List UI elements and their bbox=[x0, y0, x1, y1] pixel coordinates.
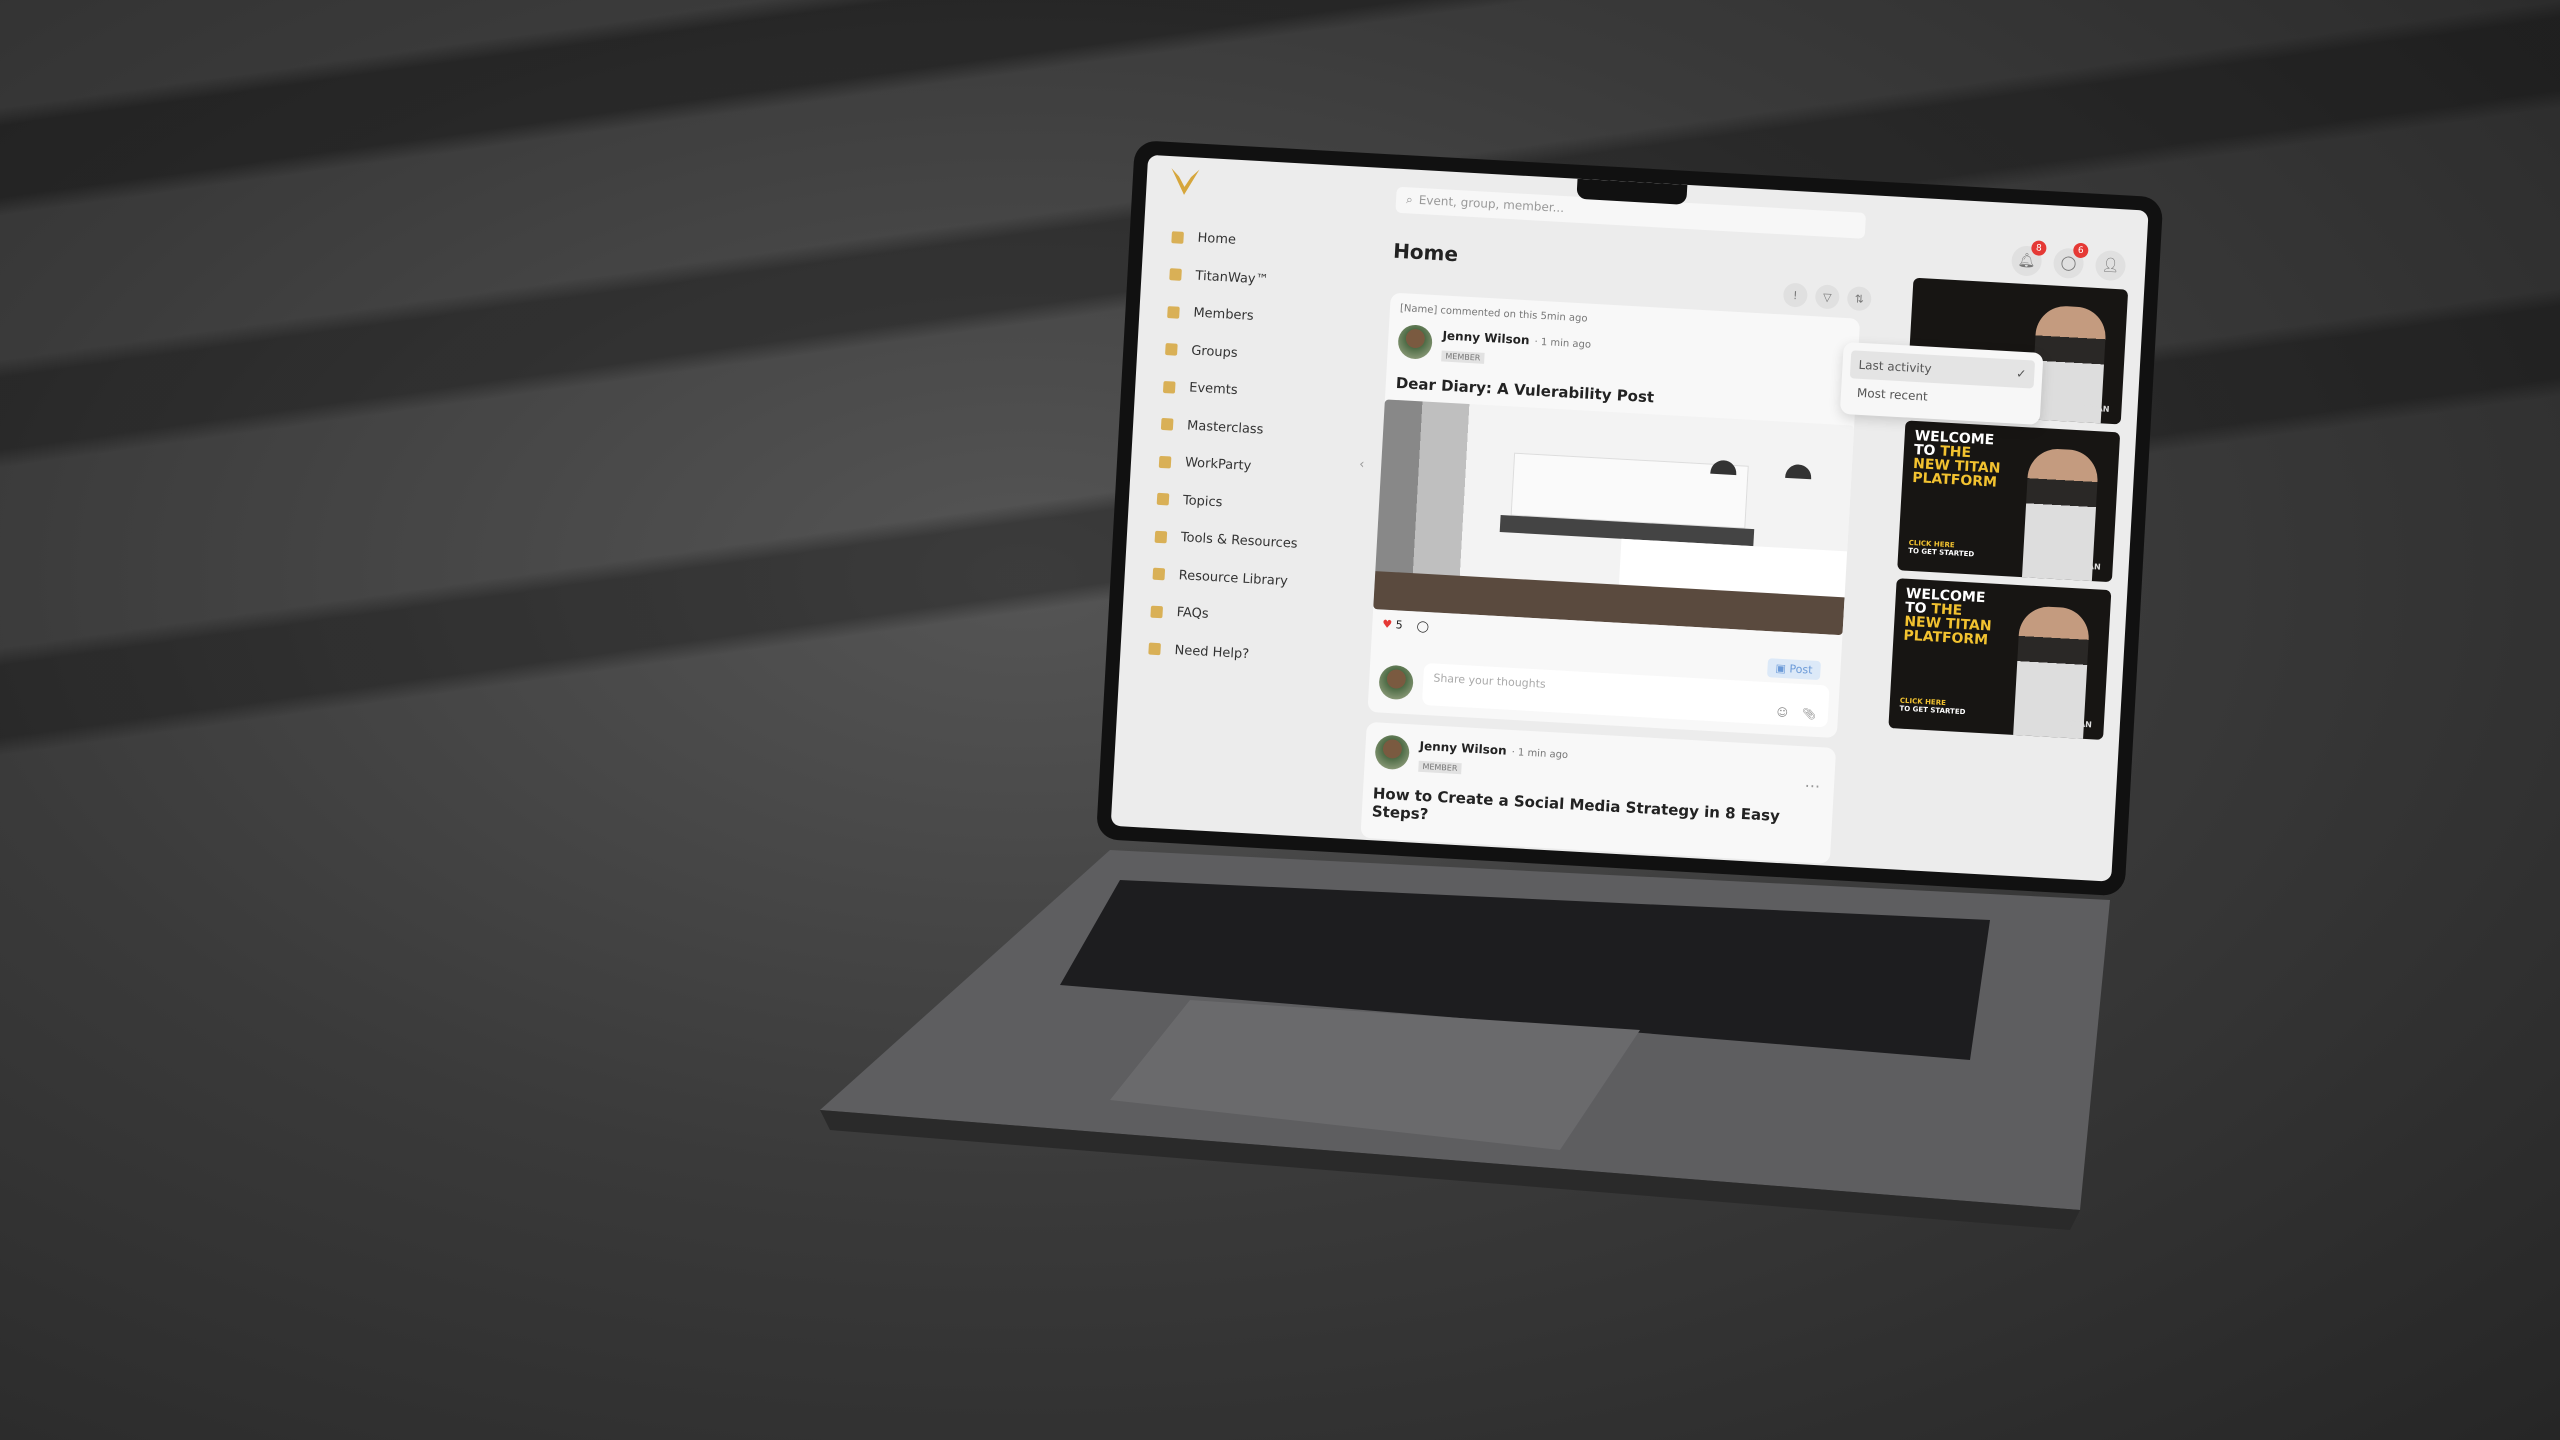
library-icon bbox=[1152, 567, 1166, 581]
check-icon: ✓ bbox=[2015, 366, 2027, 382]
workparty-icon bbox=[1158, 455, 1172, 469]
post-button[interactable]: ▣ Post bbox=[1767, 658, 1821, 681]
titanway-icon bbox=[1169, 268, 1182, 282]
role-badge: MEMBER bbox=[1418, 760, 1462, 775]
sort-icon: ⇅ bbox=[1854, 291, 1865, 306]
topics-icon bbox=[1156, 493, 1170, 506]
laptop-screen: ⌕ Event, group, member... 🔔︎ 8 ◯ 6 👤︎ Home … bbox=[1095, 140, 2164, 897]
notification-badge: 8 bbox=[2030, 240, 2047, 257]
heart-icon: ♥ bbox=[1382, 617, 1393, 632]
groups-icon bbox=[1165, 343, 1178, 356]
like-button[interactable]: ♥ 5 bbox=[1382, 618, 1403, 632]
bell-icon: 🔔︎ bbox=[2017, 252, 2036, 270]
profile-button[interactable]: 👤︎ bbox=[2094, 249, 2127, 282]
author-name[interactable]: Jenny Wilson bbox=[1419, 739, 1507, 758]
comment-button[interactable]: ◯ bbox=[1416, 619, 1429, 633]
filter-icon: ▽ bbox=[1822, 290, 1832, 304]
chat-icon: ◯ bbox=[2060, 254, 2077, 272]
post-card: [Name] commented on this 5min ago Jenny … bbox=[1367, 292, 1861, 739]
notifications-button[interactable]: 🔔︎ 8 bbox=[2010, 240, 2047, 277]
avatar[interactable] bbox=[1397, 324, 1434, 360]
post-icon: ▣ bbox=[1775, 661, 1790, 676]
app-window: ⌕ Event, group, member... 🔔︎ 8 ◯ 6 👤︎ Home … bbox=[1110, 154, 2149, 882]
help-icon bbox=[1148, 642, 1161, 656]
sidebar: Home TitanWay™ Members Groups Evemts Mas… bbox=[1138, 218, 1383, 680]
feed: Home ! ▽ ⇅ [Name] commented on this 5min… bbox=[1360, 238, 1872, 864]
messages-button[interactable]: ◯ 6 bbox=[2052, 242, 2089, 280]
message-badge: 6 bbox=[2072, 242, 2089, 259]
home-icon bbox=[1171, 230, 1184, 244]
masterclass-icon bbox=[1160, 418, 1174, 431]
promo-banner[interactable]: WELCOME TO THE NEW TITAN PLATFORM CLICK HER… bbox=[1897, 420, 2121, 583]
more-options-icon[interactable]: ··· bbox=[1804, 776, 1820, 796]
role-badge: MEMBER bbox=[1441, 350, 1485, 364]
titan-logo[interactable] bbox=[1168, 166, 1202, 198]
collapse-sidebar-chevron-icon[interactable]: ‹ bbox=[1359, 457, 1365, 472]
members-icon bbox=[1167, 305, 1180, 319]
comment-icon: ◯ bbox=[1416, 619, 1430, 634]
filter-button[interactable]: ▽ bbox=[1814, 284, 1840, 310]
emoji-icon[interactable]: ☺ bbox=[1776, 706, 1788, 720]
new-discussion-button[interactable]: ! bbox=[1782, 282, 1809, 308]
sort-button[interactable]: ⇅ bbox=[1846, 286, 1872, 312]
post-card: Jenny Wilson · 1 min ago MEMBER ··· How t… bbox=[1360, 721, 1837, 864]
page-title: Home bbox=[1392, 238, 1459, 267]
post-time: · 1 min ago bbox=[1534, 336, 1592, 351]
question-icon bbox=[1150, 605, 1164, 619]
avatar[interactable] bbox=[1374, 734, 1411, 771]
author-name[interactable]: Jenny Wilson bbox=[1442, 328, 1530, 347]
attachment-icon[interactable]: 📎︎ bbox=[1802, 707, 1817, 721]
comment-icon: ! bbox=[1792, 288, 1798, 302]
search-icon: ⌕ bbox=[1405, 192, 1414, 207]
promo-banner[interactable]: WELCOME TO THE NEW TITAN PLATFORM CLICK HER… bbox=[1888, 578, 2112, 740]
post-image[interactable] bbox=[1373, 399, 1855, 636]
avatar bbox=[1378, 664, 1415, 701]
user-icon: 👤︎ bbox=[2101, 257, 2120, 275]
post-title[interactable]: How to Create a Social Media Strategy in… bbox=[1371, 784, 1822, 845]
tools-icon bbox=[1154, 530, 1168, 544]
post-time: · 1 min ago bbox=[1511, 746, 1569, 762]
calendar-icon bbox=[1162, 380, 1176, 394]
sort-dropdown: Last activity ✓ Most recent bbox=[1839, 341, 2044, 425]
